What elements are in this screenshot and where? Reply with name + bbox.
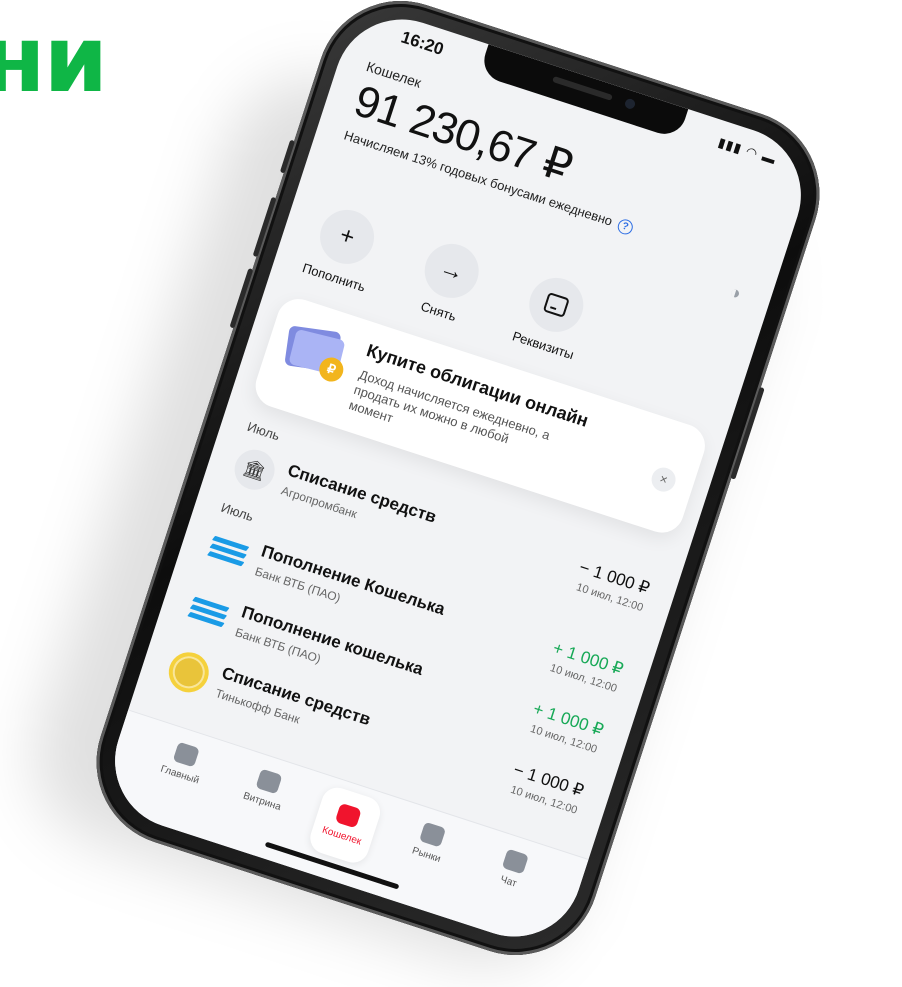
withdraw-label: Снять [418,298,459,325]
wifi-icon: ◠ [744,143,761,162]
tab-wallet[interactable]: Кошелек [296,775,389,890]
signal-icon: ▮▮▮ [716,134,745,157]
close-icon[interactable]: × [648,464,679,495]
hide-balance-icon[interactable]: ◑ [727,281,744,304]
tab-label: Чат [498,874,519,890]
tab-label: Рынки [410,845,442,865]
top-up-button[interactable]: + Пополнить [294,199,394,297]
details-icon [522,270,591,339]
markets-icon [419,821,447,848]
details-label: Реквизиты [510,328,576,363]
active-tab-highlight: Кошелек [306,783,385,867]
battery-icon: ▬ [760,148,779,168]
brand-logo-fragment: ни [0,6,108,113]
tab-label: Витрина [241,790,283,814]
vtb-logo-icon [203,525,253,575]
withdraw-button[interactable]: → Снять [398,233,498,331]
tab-showcase[interactable]: Витрина [214,748,307,863]
plus-icon: + [313,202,382,271]
help-icon[interactable]: ? [615,217,635,237]
phone-screen: 16:20 ▮▮▮ ◠ ▬ Кошелек 91 230,67 ₽ Начисл… [97,1,819,955]
tab-label: Главный [159,763,201,787]
details-button[interactable]: Реквизиты [503,267,603,365]
tab-label: Кошелек [320,824,363,848]
wallet-icon [334,802,362,829]
tab-markets[interactable]: Рынки [378,802,471,917]
status-icons: ▮▮▮ ◠ ▬ [716,134,778,168]
status-time: 16:20 [398,27,446,59]
tinkoff-logo-icon [163,647,214,698]
chat-icon [501,848,529,875]
vtb-logo-icon [183,586,233,636]
top-up-label: Пополнить [300,260,368,295]
front-camera [623,97,637,111]
arrow-right-icon: → [417,236,486,305]
tab-chat[interactable]: Чат [461,828,554,943]
bank-building-icon: 🏛 [229,444,280,495]
speaker-grille [552,75,613,101]
home-icon [172,741,200,768]
showcase-icon [255,768,283,795]
phone-frame: 16:20 ▮▮▮ ◠ ▬ Кошелек 91 230,67 ₽ Начисл… [74,0,842,977]
bonds-illustration-icon: ₽ [276,313,360,388]
tab-home[interactable]: Главный [132,722,225,837]
